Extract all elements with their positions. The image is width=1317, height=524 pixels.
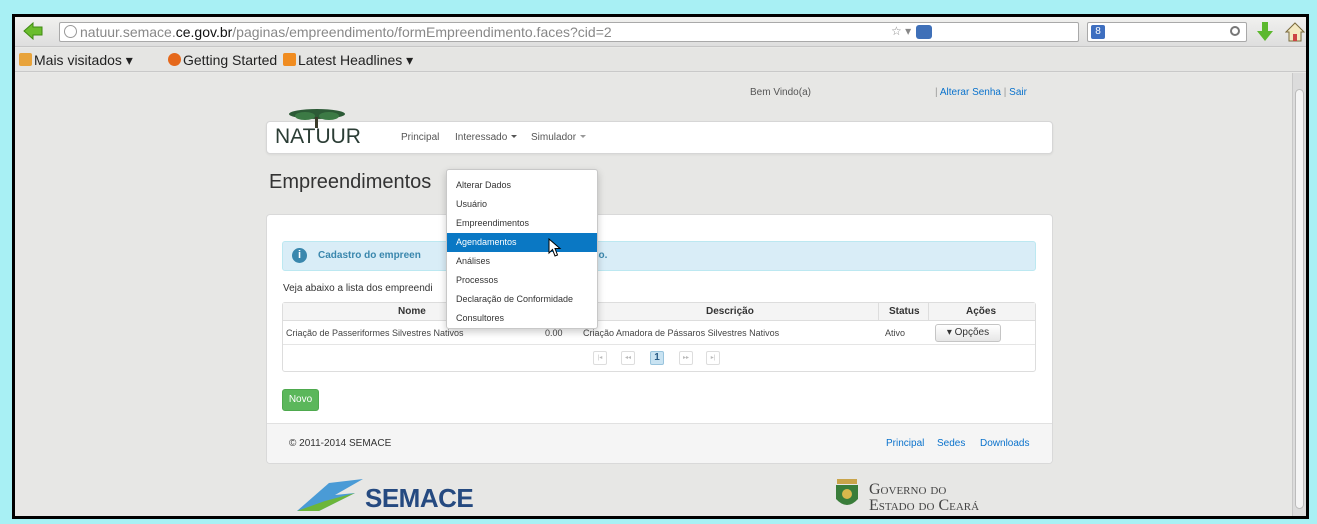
semace-emblem-icon bbox=[297, 479, 363, 511]
government-logo: Governo do Estado do Ceará bbox=[833, 475, 1053, 515]
semace-logo: SEMACE bbox=[295, 475, 495, 515]
footer-link-principal[interactable]: Principal bbox=[886, 438, 924, 449]
logo-text: NATUUR bbox=[275, 125, 361, 148]
site-identity-icon[interactable] bbox=[64, 25, 77, 38]
pagination: |◂ ◂◂ 1 ▸▸ ▸| bbox=[283, 345, 1035, 371]
url-prefix: natuur.semace. bbox=[80, 24, 176, 40]
cell-valor: 0.00 bbox=[545, 328, 563, 338]
url-path: /paginas/empreendimento/formEmpreendimen… bbox=[232, 24, 612, 40]
browser-window: natuur.semace.ce.gov.br/paginas/empreend… bbox=[15, 17, 1306, 516]
cell-nome: Criação de Passeriformes Silvestres Nati… bbox=[286, 328, 464, 338]
content-panel: i Cadastro do empreen so. Veja abaixo a … bbox=[266, 214, 1053, 464]
search-engine-icon[interactable]: 8 bbox=[1091, 25, 1105, 39]
caret-down-icon bbox=[580, 135, 587, 138]
info-alert: i Cadastro do empreen so. bbox=[282, 241, 1036, 271]
table-row[interactable]: Criação de Passeriformes Silvestres Nati… bbox=[283, 321, 1035, 345]
nav-interessado[interactable]: Interessado bbox=[455, 132, 518, 143]
back-arrow-icon[interactable] bbox=[23, 22, 43, 40]
bookmarks-toolbar: Mais visitados ▾ Getting Started Latest … bbox=[15, 48, 1306, 72]
logout-link[interactable]: Sair bbox=[1009, 87, 1027, 98]
gov-logo-line2: Estado do Ceará bbox=[869, 497, 980, 514]
account-links: | Alterar Senha | Sair bbox=[935, 87, 1027, 98]
nav-simulador[interactable]: Simulador bbox=[531, 132, 587, 143]
url-controls: ☆ ▾ bbox=[891, 24, 933, 39]
prev-page-button[interactable]: ◂◂ bbox=[621, 351, 635, 365]
natuur-logo[interactable]: NATUUR bbox=[275, 108, 385, 154]
coat-of-arms-icon bbox=[836, 479, 858, 505]
intro-text: Veja abaixo a lista dos empreendi bbox=[283, 283, 433, 294]
folder-icon bbox=[19, 53, 32, 66]
bookmark-getting-started[interactable]: Getting Started bbox=[168, 52, 277, 68]
last-page-button[interactable]: ▸| bbox=[706, 351, 720, 365]
menu-item-analises[interactable]: Análises bbox=[447, 252, 597, 271]
nav-principal[interactable]: Principal bbox=[401, 132, 439, 143]
menu-item-empreendimentos[interactable]: Empreendimentos bbox=[447, 214, 597, 233]
interessado-dropdown: Alterar Dados Usuário Empreendimentos Ag… bbox=[446, 169, 598, 329]
menu-item-agendamentos[interactable]: Agendamentos bbox=[447, 233, 597, 252]
col-nome[interactable]: Nome bbox=[398, 306, 426, 317]
menu-item-declaracao[interactable]: Declaração de Conformidade bbox=[447, 290, 597, 309]
next-page-button[interactable]: ▸▸ bbox=[679, 351, 693, 365]
bookmark-latest-headlines[interactable]: Latest Headlines ▾ bbox=[283, 52, 413, 69]
col-acoes: Ações bbox=[966, 306, 997, 317]
first-page-button[interactable]: |◂ bbox=[593, 351, 607, 365]
menu-item-alterar-dados[interactable]: Alterar Dados bbox=[447, 176, 597, 195]
page-title: Empreendimentos bbox=[269, 171, 432, 193]
vertical-scrollbar[interactable] bbox=[1292, 73, 1306, 516]
url-history-icon[interactable]: ▾ bbox=[905, 24, 911, 38]
search-bar[interactable]: 8 bbox=[1087, 22, 1247, 42]
scrollbar-thumb[interactable] bbox=[1295, 89, 1304, 509]
url-domain: ce.gov.br bbox=[175, 24, 233, 40]
semace-logo-text: SEMACE bbox=[365, 483, 474, 513]
cell-status: Ativo bbox=[885, 328, 906, 338]
top-navbar: NATUUR Principal Interessado Simulador bbox=[266, 109, 1053, 154]
change-password-link[interactable]: Alterar Senha bbox=[940, 87, 1001, 98]
footer-link-downloads[interactable]: Downloads bbox=[980, 438, 1029, 449]
cell-descricao: Criação Amadora de Pássaros Silvestres N… bbox=[583, 328, 780, 338]
home-icon[interactable] bbox=[1285, 21, 1305, 43]
footer-link-sedes[interactable]: Sedes bbox=[937, 438, 965, 449]
rss-icon bbox=[283, 53, 296, 66]
page-1-button[interactable]: 1 bbox=[650, 351, 664, 365]
welcome-text: Bem Vindo(a) bbox=[750, 87, 811, 98]
menu-item-usuario[interactable]: Usuário bbox=[447, 195, 597, 214]
menu-item-consultores[interactable]: Consultores bbox=[447, 309, 597, 328]
alert-text: Cadastro do empreen bbox=[318, 250, 421, 261]
refresh-icon[interactable] bbox=[916, 24, 933, 39]
options-button[interactable]: ▾ Opções bbox=[935, 324, 1001, 342]
search-icon[interactable] bbox=[1230, 26, 1240, 36]
col-status[interactable]: Status bbox=[889, 306, 920, 317]
bookmark-star-icon[interactable]: ☆ bbox=[891, 24, 902, 38]
table-header: Nome Descrição Status Ações bbox=[283, 303, 1035, 321]
firefox-icon bbox=[168, 53, 181, 66]
caret-down-icon bbox=[511, 135, 518, 138]
bookmark-most-visited[interactable]: Mais visitados ▾ bbox=[19, 52, 133, 69]
info-icon: i bbox=[292, 248, 307, 263]
screenshot-frame: natuur.semace.ce.gov.br/paginas/empreend… bbox=[12, 14, 1309, 519]
copyright: © 2011-2014 SEMACE bbox=[289, 438, 392, 449]
browser-toolbar: natuur.semace.ce.gov.br/paginas/empreend… bbox=[15, 17, 1306, 47]
page-footer: © 2011-2014 SEMACE Principal Sedes Downl… bbox=[267, 423, 1052, 463]
page-viewport: Bem Vindo(a) | Alterar Senha | Sair NATU… bbox=[15, 73, 1292, 516]
col-descricao[interactable]: Descrição bbox=[706, 306, 754, 317]
new-button[interactable]: Novo bbox=[282, 389, 319, 411]
enterprises-table: Nome Descrição Status Ações Criação de P… bbox=[282, 302, 1036, 372]
download-icon[interactable] bbox=[1256, 21, 1274, 43]
mouse-pointer-icon bbox=[548, 238, 562, 257]
menu-item-processos[interactable]: Processos bbox=[447, 271, 597, 290]
